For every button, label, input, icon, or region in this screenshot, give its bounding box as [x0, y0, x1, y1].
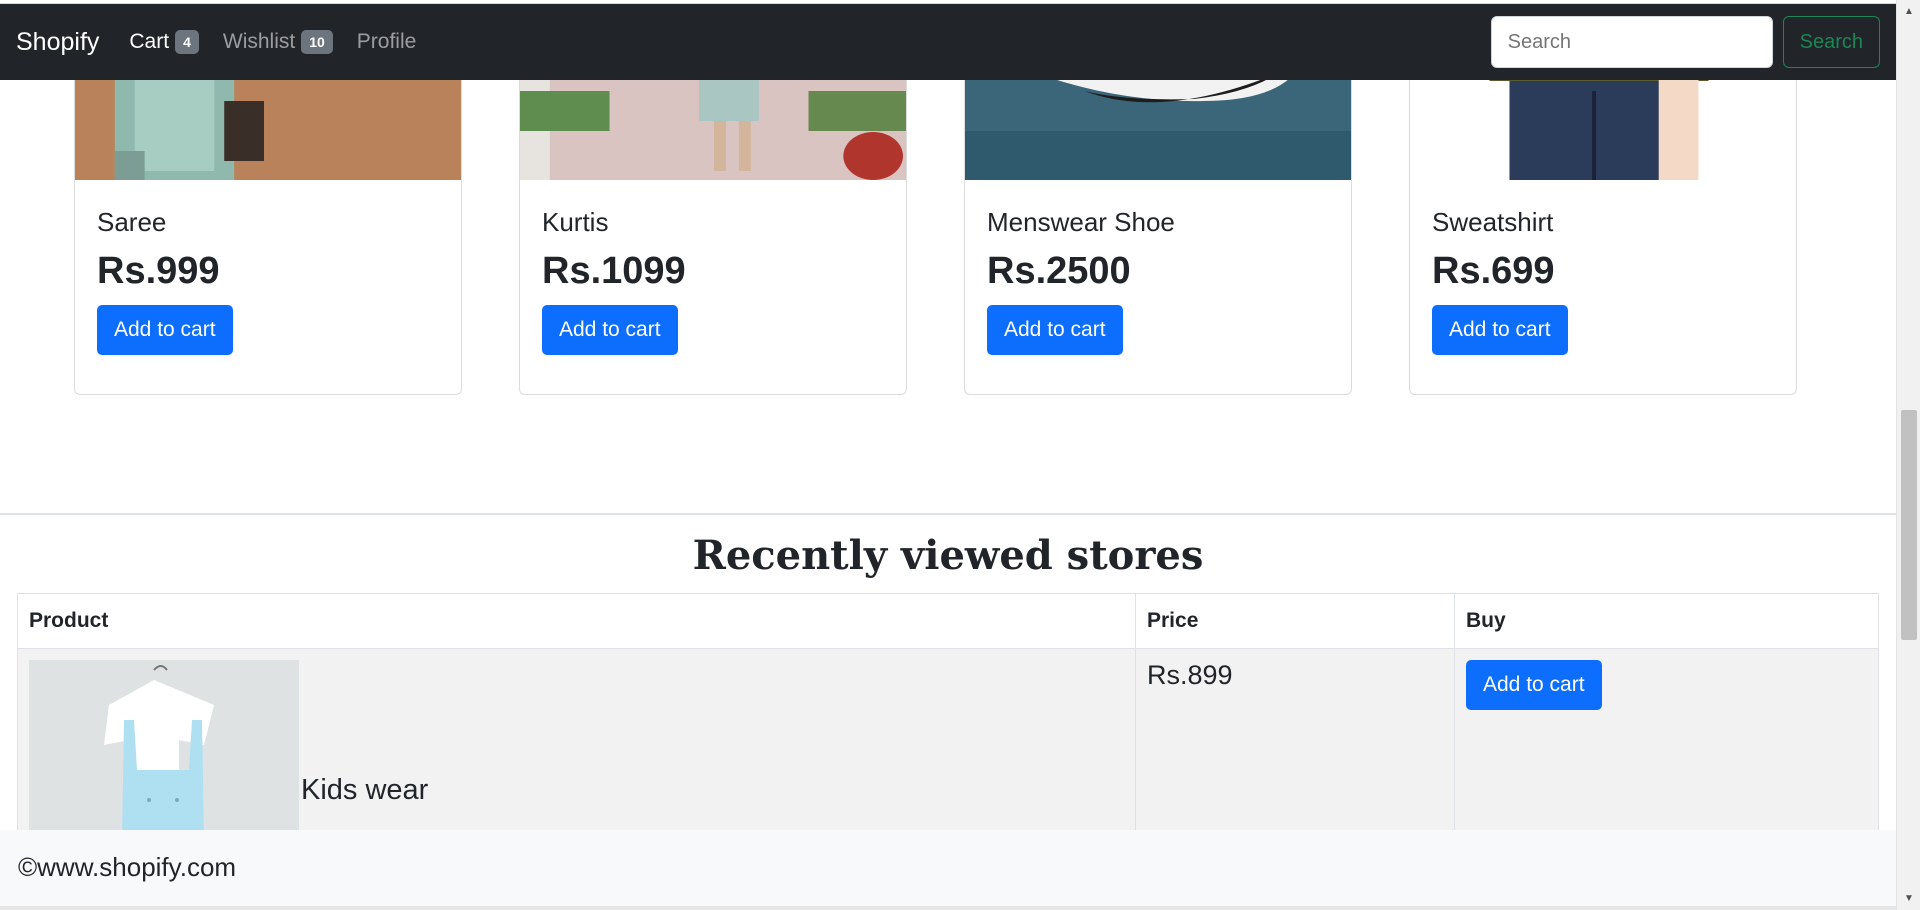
add-to-cart-button[interactable]: Add to cart: [97, 305, 233, 355]
product-card: Saree Rs.999 Add to cart: [74, 60, 462, 395]
wishlist-count-badge: 10: [301, 30, 333, 54]
nav-wishlist[interactable]: Wishlist 10: [223, 30, 333, 54]
section-divider: [0, 513, 1896, 515]
column-header-product: Product: [17, 593, 1136, 649]
footer-text: ©www.shopify.com: [18, 852, 237, 882]
price-cell: Rs.899: [1135, 648, 1455, 852]
scroll-up-arrow-icon[interactable]: ▲: [1904, 6, 1914, 17]
buy-cell: Add to cart: [1454, 648, 1879, 852]
search-button[interactable]: Search: [1782, 16, 1880, 68]
search-form: Search: [1490, 16, 1880, 68]
nav-profile[interactable]: Profile: [357, 30, 417, 54]
kids-wear-image: [29, 660, 299, 840]
scroll-down-arrow-icon[interactable]: ▼: [1904, 893, 1914, 904]
nav-wishlist-label: Wishlist: [222, 30, 296, 53]
recently-viewed-table: Product Price Buy Kids wear Rs.899 Add t…: [17, 593, 1879, 852]
product-name: Saree: [97, 207, 167, 237]
table-row: Kids wear Rs.899 Add to cart: [17, 648, 1879, 852]
product-price: Rs.1099: [542, 250, 686, 292]
product-card: Menswear Shoe Rs.2500 Add to cart: [964, 60, 1352, 395]
navbar: Shopify Cart 4 Wishlist 10 Profile Searc…: [0, 4, 1896, 80]
search-input[interactable]: [1490, 16, 1773, 68]
nav-cart-label: Cart: [129, 30, 170, 53]
add-to-cart-button[interactable]: Add to cart: [987, 305, 1123, 355]
product-card: Sweatshirt Rs.699 Add to cart: [1409, 60, 1797, 395]
product-name: Menswear Shoe: [987, 207, 1175, 237]
section-title: Recently viewed stores: [692, 532, 1204, 579]
add-to-cart-button[interactable]: Add to cart: [542, 305, 678, 355]
add-to-cart-button[interactable]: Add to cart: [1432, 305, 1568, 355]
scroll-thumb[interactable]: [1901, 410, 1917, 640]
column-header-price: Price: [1135, 593, 1455, 649]
cart-count-badge: 4: [175, 30, 199, 54]
product-cell: Kids wear: [17, 648, 1136, 852]
table-header-row: Product Price Buy: [17, 593, 1879, 649]
product-card: Kurtis Rs.1099 Add to cart: [519, 60, 907, 395]
footer: ©www.shopify.com: [0, 830, 1896, 906]
nav-cart[interactable]: Cart 4: [129, 30, 199, 54]
product-name: Kids wear: [301, 774, 429, 806]
add-to-cart-button[interactable]: Add to cart: [1466, 660, 1602, 710]
brand-link[interactable]: Shopify: [16, 28, 99, 57]
product-price: Rs.999: [97, 250, 220, 292]
product-price: Rs.699: [1432, 250, 1555, 292]
product-name: Sweatshirt: [1432, 207, 1554, 237]
product-name: Kurtis: [542, 207, 609, 237]
product-price: Rs.2500: [987, 250, 1131, 292]
column-header-buy: Buy: [1454, 593, 1879, 649]
bottom-edge: [0, 906, 1896, 910]
vertical-scrollbar[interactable]: ▲ ▼: [1896, 0, 1920, 910]
